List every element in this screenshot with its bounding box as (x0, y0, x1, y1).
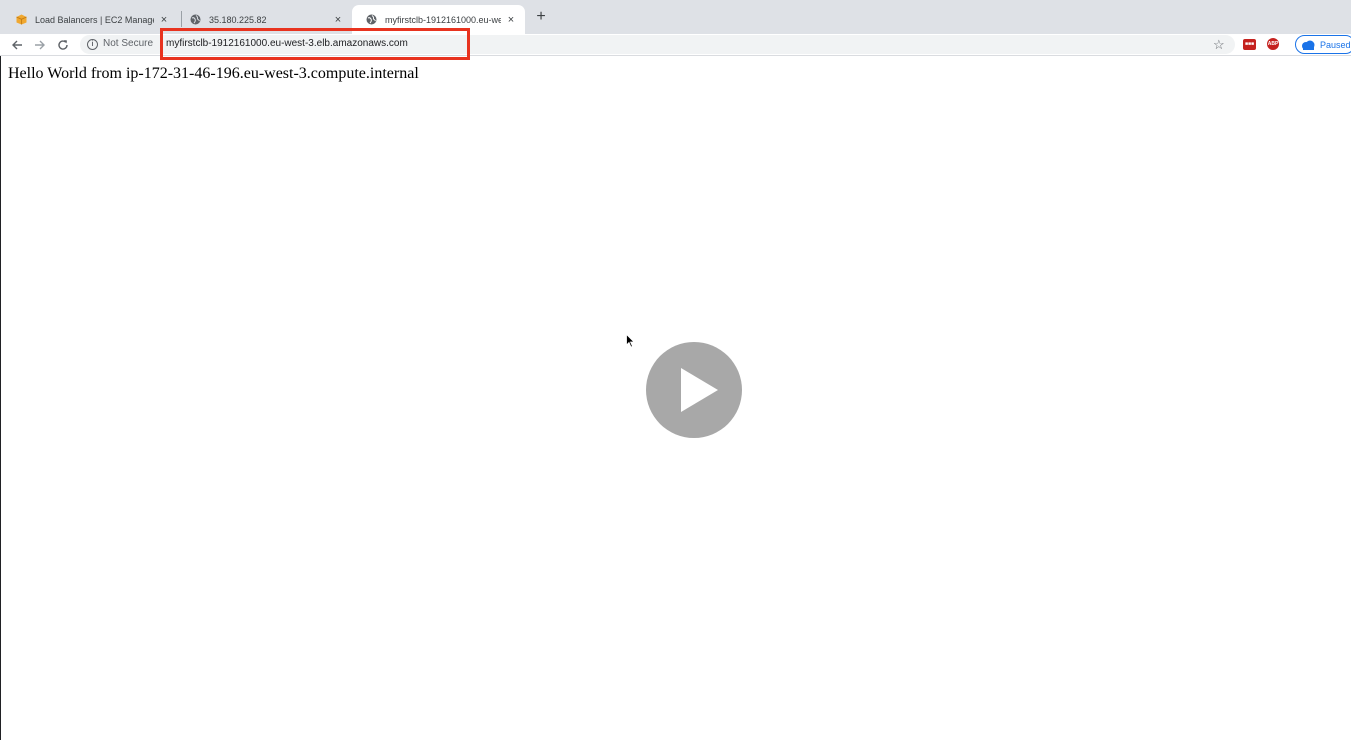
profile-button[interactable]: Paused (1295, 35, 1351, 54)
tab-title: Load Balancers | EC2 Manageme (35, 14, 154, 25)
url-highlight-box (160, 28, 470, 60)
aws-box-icon (16, 14, 27, 25)
extension-icon[interactable]: ■■■ (1243, 39, 1256, 50)
play-icon (681, 368, 718, 412)
security-indicator[interactable]: Not Secure (103, 38, 153, 49)
forward-button[interactable] (31, 36, 49, 54)
reload-button[interactable] (54, 36, 72, 54)
tab-title: 35.180.225.82 (209, 14, 267, 25)
back-button[interactable] (8, 36, 26, 54)
cloud-icon (1302, 40, 1315, 50)
back-arrow-icon (12, 40, 22, 50)
forward-arrow-icon (35, 40, 45, 50)
tab-title: myfirstclb-1912161000.eu-west (385, 14, 501, 25)
window-edge (0, 0, 1, 740)
tab-close-icon[interactable]: × (332, 14, 344, 26)
bookmark-star-icon[interactable]: ☆ (1213, 36, 1225, 54)
globe-icon (366, 14, 377, 25)
tab-close-icon[interactable]: × (505, 14, 517, 26)
tab-load-balancers[interactable]: Load Balancers | EC2 Manageme × (2, 5, 178, 34)
reload-icon (58, 40, 68, 50)
mouse-cursor-icon (626, 333, 636, 348)
tab-close-icon[interactable]: × (158, 14, 170, 26)
play-button[interactable] (646, 342, 742, 438)
new-tab-button[interactable]: + (533, 9, 549, 25)
page-body-text: Hello World from ip-172-31-46-196.eu-wes… (8, 65, 419, 82)
profile-status-label: Paused (1320, 39, 1351, 50)
info-icon[interactable]: i (87, 39, 98, 50)
globe-icon (190, 14, 201, 25)
adblock-icon[interactable]: ABP (1267, 38, 1279, 50)
